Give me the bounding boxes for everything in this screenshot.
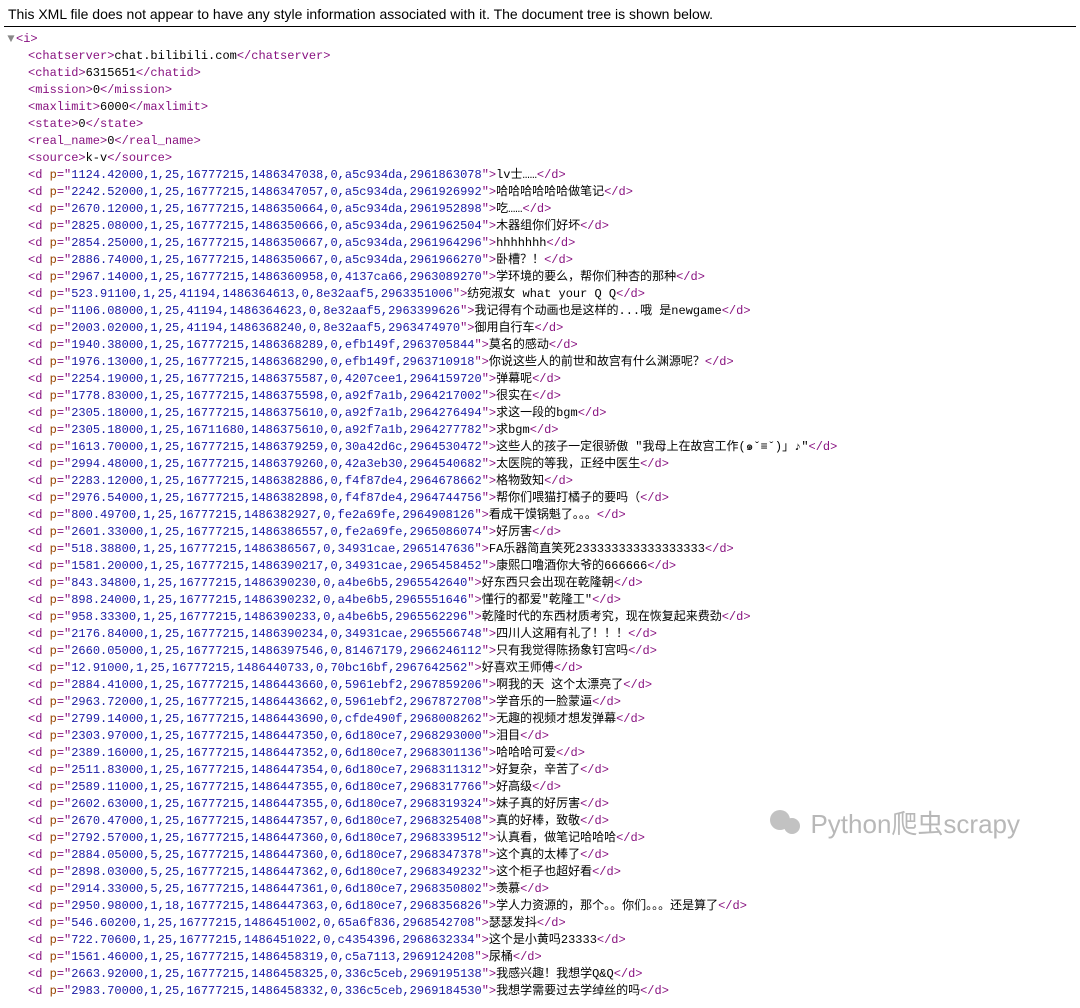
xml-element: <state>0</state> [6,116,1078,133]
xml-d-element: <d p="2242.52000,1,25,16777215,148634705… [6,184,1078,201]
xml-d-element: <d p="2854.25000,1,25,16777215,148635066… [6,235,1078,252]
xml-d-element: <d p="1124.42000,1,25,16777215,148634703… [6,167,1078,184]
xml-d-element: <d p="2799.14000,1,25,16777215,148644369… [6,711,1078,728]
xml-d-element: <d p="2670.47000,1,25,16777215,148644735… [6,813,1078,830]
xml-d-element: <d p="1976.13000,1,25,16777215,148636829… [6,354,1078,371]
xml-d-element: <d p="2602.63000,1,25,16777215,148644735… [6,796,1078,813]
xml-d-element: <d p="2283.12000,1,25,16777215,148638288… [6,473,1078,490]
xml-d-element: <d p="800.49700,1,25,16777215,1486382927… [6,507,1078,524]
xml-tree: ▼<i><chatserver>chat.bilibili.com</chats… [0,27,1080,1008]
xml-d-element: <d p="2176.84000,1,25,16777215,148639023… [6,626,1078,643]
xml-d-element: <d p="2663.92000,1,25,16777215,148645832… [6,966,1078,983]
xml-d-element: <d p="2305.18000,1,25,16711680,148637561… [6,422,1078,439]
xml-d-element: <d p="2254.19000,1,25,16777215,148637558… [6,371,1078,388]
xml-element: <source>k-v</source> [6,150,1078,167]
xml-d-element: <d p="2601.33000,1,25,16777215,148638655… [6,524,1078,541]
xml-d-element: <d p="2963.72000,1,25,16777215,148644366… [6,694,1078,711]
xml-d-element: <d p="2792.57000,1,25,16777215,148644736… [6,830,1078,847]
xml-element: <chatid>6315651</chatid> [6,65,1078,82]
xml-d-element: <d p="2884.41000,1,25,16777215,148644366… [6,677,1078,694]
expand-arrow[interactable]: ▼ [6,31,16,48]
xml-d-element: <d p="546.60200,1,25,16777215,1486451002… [6,915,1078,932]
xml-element: <chatserver>chat.bilibili.com</chatserve… [6,48,1078,65]
xml-d-element: <d p="2994.48000,1,25,16777215,148637926… [6,456,1078,473]
xml-d-element: <d p="1561.46000,1,25,16777215,148645831… [6,949,1078,966]
xml-element: <mission>0</mission> [6,82,1078,99]
xml-d-element: <d p="2511.83000,1,25,16777215,148644735… [6,762,1078,779]
xml-d-element: <d p="2670.12000,1,25,16777215,148635066… [6,201,1078,218]
xml-d-element: <d p="2305.18000,1,25,16777215,148637561… [6,405,1078,422]
xml-d-element: <d p="2898.03000,5,25,16777215,148644736… [6,864,1078,881]
xml-d-element: <d p="12.91000,1,25,16777215,1486440733,… [6,660,1078,677]
xml-d-element: <d p="843.34800,1,25,16777215,1486390230… [6,575,1078,592]
xml-d-element: <d p="1581.20000,1,25,16777215,148639021… [6,558,1078,575]
xml-d-element: <d p="2389.16000,1,25,16777215,148644735… [6,745,1078,762]
xml-d-element: <d p="898.24000,1,25,16777215,1486390232… [6,592,1078,609]
xml-d-element: <d p="2886.74000,1,25,16777215,148635066… [6,252,1078,269]
xml-d-element: <d p="2983.70000,1,25,16777215,148645833… [6,983,1078,1000]
xml-d-element: <d p="2950.98000,1,18,16777215,148644736… [6,898,1078,915]
xml-d-element: <d p="1940.38000,1,25,16777215,148636828… [6,337,1078,354]
xml-d-element: <d p="2914.33000,5,25,16777215,148644736… [6,881,1078,898]
xml-d-element: <d p="2884.05000,5,25,16777215,148644736… [6,847,1078,864]
xml-d-element: <d p="518.38800,1,25,16777215,1486386567… [6,541,1078,558]
xml-d-element: <d p="2589.11000,1,25,16777215,148644735… [6,779,1078,796]
xml-element: <real_name>0</real_name> [6,133,1078,150]
xml-d-element: <d p="2825.08000,1,25,16777215,148635066… [6,218,1078,235]
xml-d-element: <d p="523.91100,1,25,41194,1486364613,0,… [6,286,1078,303]
xml-d-element: <d p="1778.83000,1,25,16777215,148637559… [6,388,1078,405]
xml-d-element: <d p="2003.02000,1,25,41194,1486368240,0… [6,320,1078,337]
xml-d-element: <d p="1613.70000,1,25,16777215,148637925… [6,439,1078,456]
xml-d-element: <d p="2967.14000,1,25,16777215,148636095… [6,269,1078,286]
xml-d-element: <d p="958.33300,1,25,16777215,1486390233… [6,609,1078,626]
xml-d-element: <d p="2303.97000,1,25,16777215,148644735… [6,728,1078,745]
xml-d-element: <d p="2976.54000,1,25,16777215,148638289… [6,490,1078,507]
xml-d-element: <d p="2660.05000,1,25,16777215,148639754… [6,643,1078,660]
xml-d-element: <d p="1106.08000,1,25,41194,1486364623,0… [6,303,1078,320]
xml-d-element: <d p="722.70600,1,25,16777215,1486451022… [6,932,1078,949]
xml-element: <maxlimit>6000</maxlimit> [6,99,1078,116]
xml-no-style-notice: This XML file does not appear to have an… [4,0,1076,27]
